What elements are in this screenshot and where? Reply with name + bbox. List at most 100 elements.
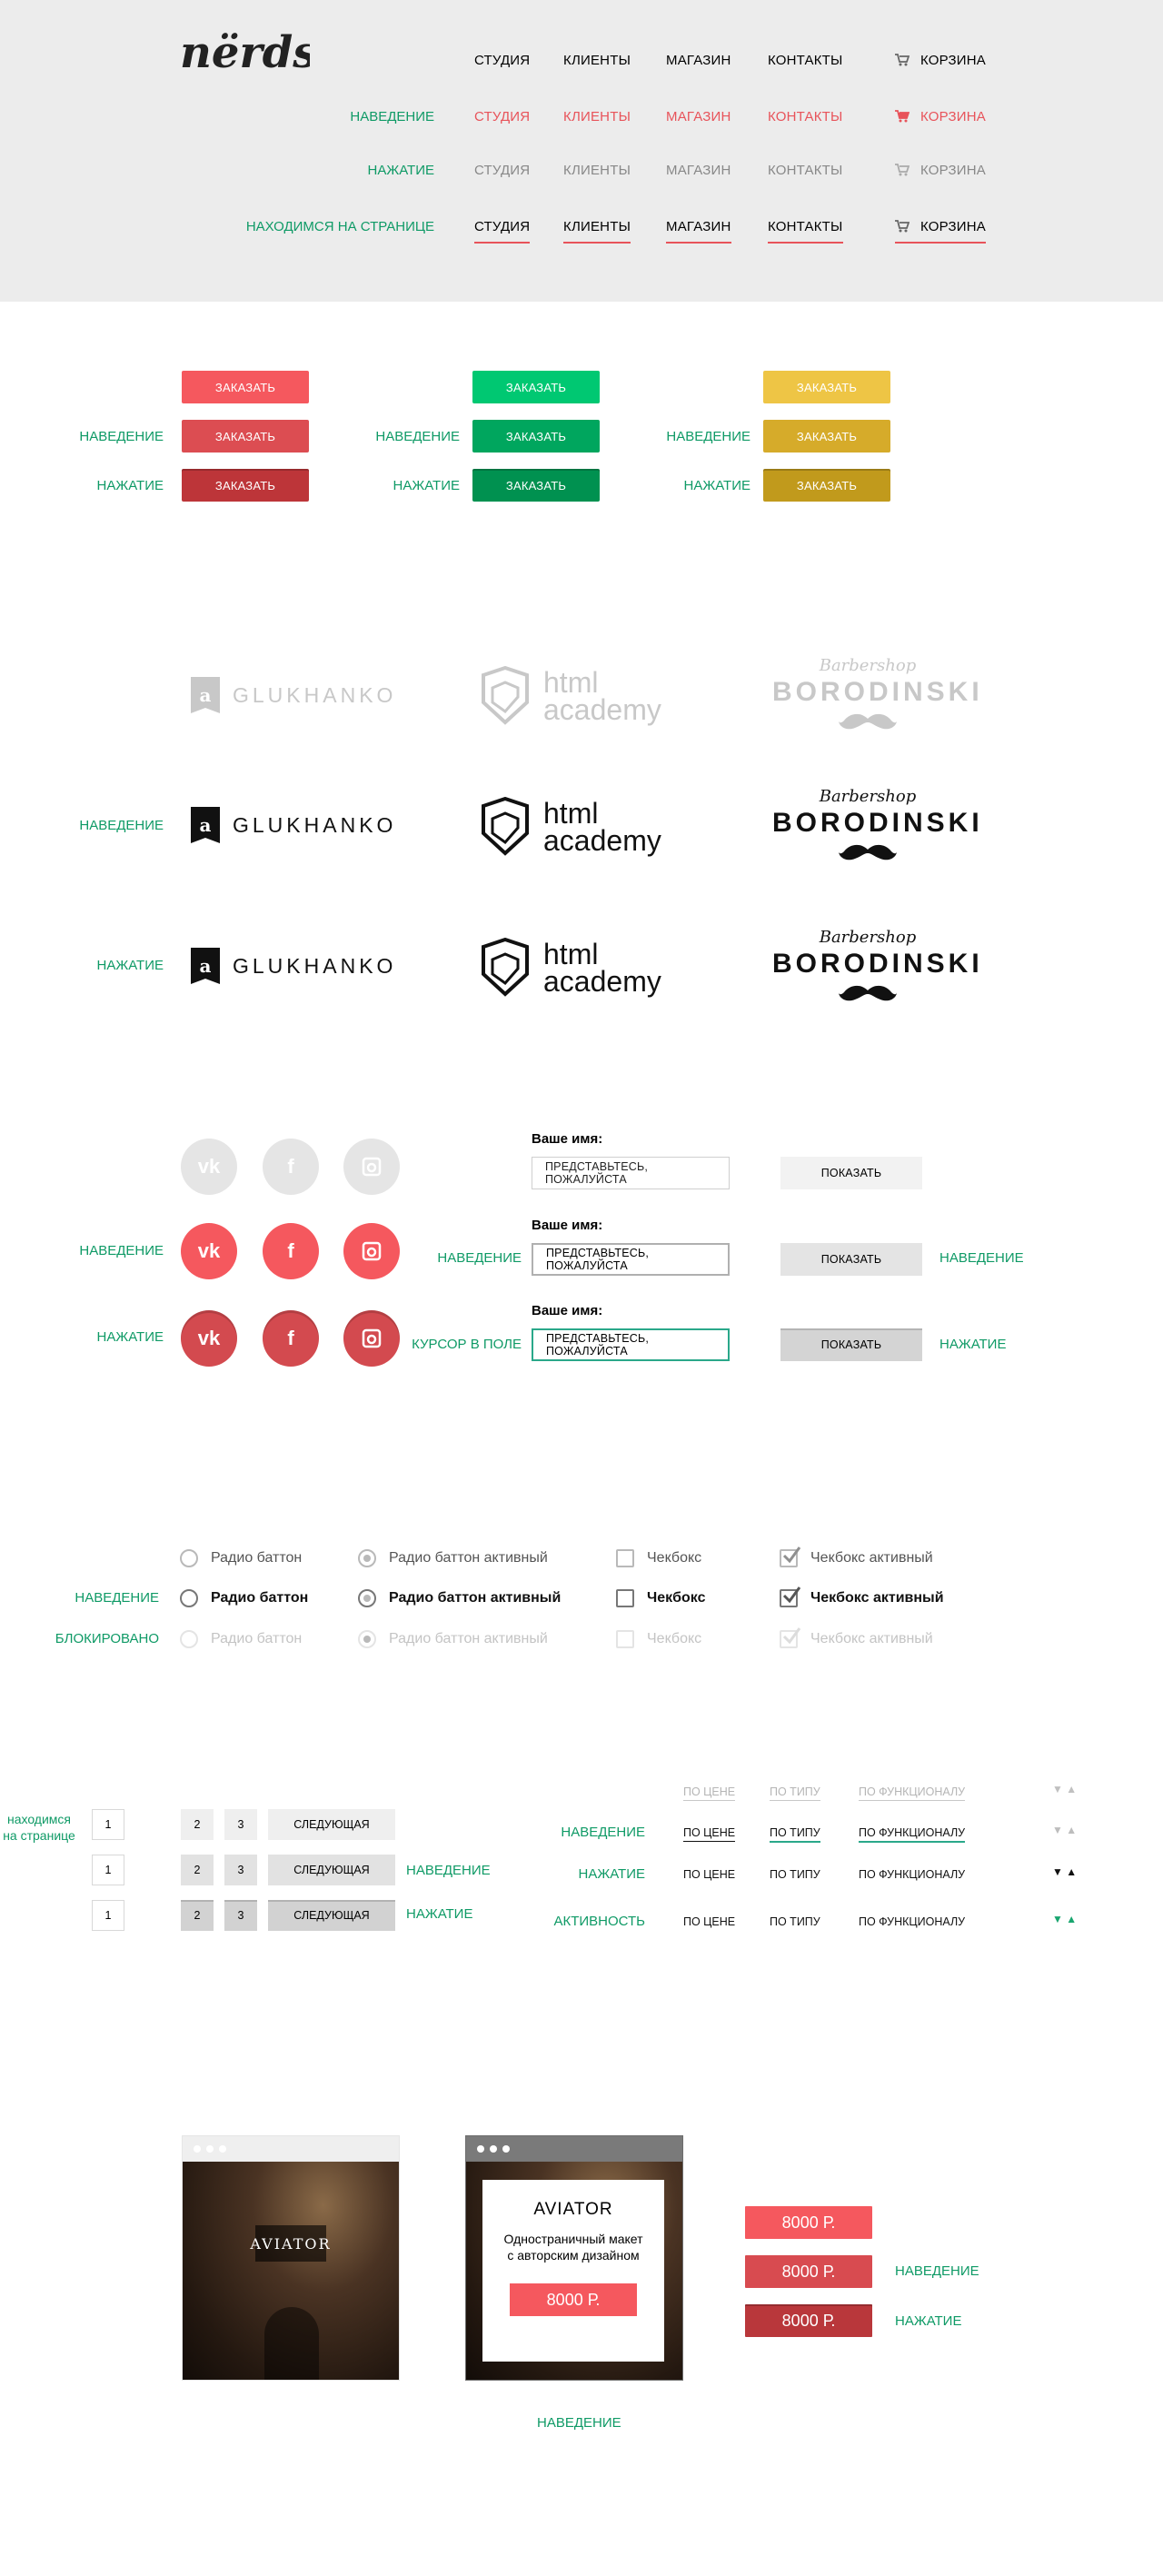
order-button-red-press[interactable]: ЗАКАЗАТЬ	[182, 469, 309, 502]
client-logo-glukhanko-press[interactable]: a GLUKHANKO	[191, 948, 396, 984]
order-button-red[interactable]: ЗАКАЗАТЬ	[182, 371, 309, 403]
sort-by-price-active[interactable]: ПО ЦЕНЕ	[683, 1915, 735, 1928]
nav-cart-current[interactable]: КОРЗИНА	[895, 219, 986, 244]
nav-item-studio-press[interactable]: СТУДИЯ	[474, 163, 530, 178]
nav-item-contacts-hover[interactable]: КОНТАКТЫ	[768, 109, 843, 124]
name-input[interactable]: ПРЕДСТАВЬТЕСЬ, ПОЖАЛУЙСТА	[532, 1157, 730, 1189]
price-button-press[interactable]: 8000 Р.	[745, 2304, 872, 2337]
card-price-button[interactable]: 8000 Р.	[510, 2283, 637, 2316]
checkbox-option-active[interactable]: Чекбокс активный	[780, 1547, 933, 1567]
sort-by-functionality-hover[interactable]: ПО ФУНКЦИОНАЛУ	[859, 1826, 966, 1843]
sort-by-functionality[interactable]: ПО ФУНКЦИОНАЛУ	[859, 1785, 966, 1801]
sort-by-price-hover[interactable]: ПО ЦЕНЕ	[683, 1826, 736, 1842]
sort-direction-arrows[interactable]: ▼ ▲	[1052, 1783, 1077, 1795]
price-button-hover[interactable]: 8000 Р.	[745, 2255, 872, 2288]
show-button[interactable]: ПОКАЗАТЬ	[780, 1157, 922, 1189]
page-2-button-hover[interactable]: 2	[181, 1855, 214, 1885]
radio-option-hover[interactable]: Радио баттон	[180, 1589, 308, 1607]
radio-option[interactable]: Радио баттон	[180, 1549, 302, 1567]
nav-item-contacts-press[interactable]: КОНТАКТЫ	[768, 163, 843, 178]
sort-by-price[interactable]: ПО ЦЕНЕ	[683, 1785, 736, 1801]
client-logo-glukhanko[interactable]: a GLUKHANKO	[191, 677, 396, 713]
name-input-focus[interactable]: ПРЕДСТАВЬТЕСЬ, ПОЖАЛУЙСТА	[532, 1328, 730, 1361]
social-vk-button-press[interactable]: vk	[181, 1310, 237, 1367]
social-instagram-button[interactable]	[343, 1139, 400, 1195]
social-vk-button-hover[interactable]: vk	[181, 1223, 237, 1279]
order-button-green[interactable]: ЗАКАЗАТЬ	[472, 371, 600, 403]
sort-desc-icon[interactable]: ▼	[1052, 1913, 1063, 1925]
show-button-press[interactable]: ПОКАЗАТЬ	[780, 1328, 922, 1361]
page-2-button[interactable]: 2	[181, 1809, 214, 1840]
client-logo-borodinski[interactable]: Barbershop BORODINSKI	[772, 656, 979, 736]
nav-cart-hover[interactable]: КОРЗИНА	[895, 109, 986, 124]
catalog-card-hover[interactable]: AVIATOR Одностраничный макет с авторским…	[465, 2135, 683, 2381]
nav-item-clients-hover[interactable]: КЛИЕНТЫ	[563, 109, 631, 124]
sort-direction-arrows-press[interactable]: ▼ ▲	[1052, 1865, 1077, 1878]
nav-item-shop-hover[interactable]: МАГАЗИН	[666, 109, 731, 124]
next-page-button-hover[interactable]: СЛЕДУЮЩАЯ	[268, 1855, 395, 1885]
nav-cart-press[interactable]: КОРЗИНА	[895, 163, 986, 178]
sort-direction-arrows-active[interactable]: ▼ ▲	[1052, 1913, 1077, 1925]
social-facebook-button-hover[interactable]: f	[263, 1223, 319, 1279]
order-button-green-hover[interactable]: ЗАКАЗАТЬ	[472, 420, 600, 453]
nav-item-shop[interactable]: МАГАЗИН	[666, 53, 731, 68]
show-button-hover[interactable]: ПОКАЗАТЬ	[780, 1243, 922, 1276]
nav-item-contacts[interactable]: КОНТАКТЫ	[768, 53, 843, 68]
sort-desc-icon[interactable]: ▼	[1052, 1783, 1063, 1795]
nav-item-studio[interactable]: СТУДИЯ	[474, 53, 530, 68]
nav-item-contacts-current[interactable]: КОНТАКТЫ	[768, 219, 843, 244]
sort-asc-icon[interactable]: ▲	[1066, 1913, 1077, 1925]
sort-by-type-hover[interactable]: ПО ТИПУ	[770, 1826, 820, 1843]
sort-asc-icon[interactable]: ▲	[1066, 1865, 1077, 1878]
page-1-current[interactable]: 1	[92, 1809, 124, 1840]
social-instagram-button-hover[interactable]	[343, 1223, 400, 1279]
nav-item-clients[interactable]: КЛИЕНТЫ	[563, 53, 631, 68]
checkbox-option-hover[interactable]: Чекбокс	[616, 1589, 706, 1607]
sort-by-type[interactable]: ПО ТИПУ	[770, 1785, 820, 1801]
nav-item-studio-current[interactable]: СТУДИЯ	[474, 219, 531, 244]
page-1-current[interactable]: 1	[92, 1900, 124, 1931]
nav-item-studio-hover[interactable]: СТУДИЯ	[474, 109, 530, 124]
sort-asc-icon[interactable]: ▲	[1066, 1824, 1077, 1836]
catalog-card[interactable]: AVIATOR	[182, 2135, 400, 2381]
sort-desc-icon[interactable]: ▼	[1052, 1865, 1063, 1878]
checkbox-option[interactable]: Чекбокс	[616, 1549, 701, 1567]
nav-item-shop-press[interactable]: МАГАЗИН	[666, 163, 731, 178]
sort-by-type-press[interactable]: ПО ТИПУ	[770, 1868, 820, 1881]
name-input-hover[interactable]: ПРЕДСТАВЬТЕСЬ, ПОЖАЛУЙСТА	[532, 1243, 730, 1276]
page-3-button[interactable]: 3	[224, 1809, 257, 1840]
next-page-button[interactable]: СЛЕДУЮЩАЯ	[268, 1809, 395, 1840]
sort-by-type-active[interactable]: ПО ТИПУ	[770, 1915, 820, 1928]
social-facebook-button[interactable]: f	[263, 1139, 319, 1195]
client-logo-htmlacademy[interactable]: html academy	[480, 666, 661, 726]
sort-desc-icon[interactable]: ▼	[1052, 1824, 1063, 1836]
order-button-yellow[interactable]: ЗАКАЗАТЬ	[763, 371, 890, 403]
nav-item-clients-press[interactable]: КЛИЕНТЫ	[563, 163, 631, 178]
sort-asc-icon[interactable]: ▲	[1066, 1783, 1077, 1795]
page-1-current[interactable]: 1	[92, 1855, 124, 1885]
client-logo-borodinski-hover[interactable]: Barbershop BORODINSKI	[772, 787, 979, 867]
page-3-button-hover[interactable]: 3	[224, 1855, 257, 1885]
order-button-yellow-press[interactable]: ЗАКАЗАТЬ	[763, 469, 890, 502]
client-logo-htmlacademy-press[interactable]: html academy	[480, 938, 661, 998]
radio-option-active-hover[interactable]: Радио баттон активный	[358, 1589, 561, 1607]
order-button-yellow-hover[interactable]: ЗАКАЗАТЬ	[763, 420, 890, 453]
price-button[interactable]: 8000 Р.	[745, 2206, 872, 2239]
client-logo-glukhanko-hover[interactable]: a GLUKHANKO	[191, 807, 396, 843]
nav-item-shop-current[interactable]: МАГАЗИН	[666, 219, 731, 244]
page-2-button-press[interactable]: 2	[181, 1900, 214, 1931]
social-vk-button[interactable]: vk	[181, 1139, 237, 1195]
next-page-button-press[interactable]: СЛЕДУЮЩАЯ	[268, 1900, 395, 1931]
social-instagram-button-press[interactable]	[343, 1310, 400, 1367]
social-facebook-button-press[interactable]: f	[263, 1310, 319, 1367]
radio-option-active[interactable]: Радио баттон активный	[358, 1549, 548, 1567]
nav-cart[interactable]: КОРЗИНА	[895, 53, 986, 68]
order-button-red-hover[interactable]: ЗАКАЗАТЬ	[182, 420, 309, 453]
checkbox-option-active-hover[interactable]: Чекбокс активный	[780, 1586, 944, 1607]
site-logo[interactable]: nërds	[178, 20, 317, 80]
sort-by-functionality-press[interactable]: ПО ФУНКЦИОНАЛУ	[859, 1868, 965, 1881]
sort-by-functionality-active[interactable]: ПО ФУНКЦИОНАЛУ	[859, 1915, 965, 1928]
order-button-green-press[interactable]: ЗАКАЗАТЬ	[472, 469, 600, 502]
sort-direction-arrows-hover[interactable]: ▼ ▲	[1052, 1824, 1077, 1836]
nav-item-clients-current[interactable]: КЛИЕНТЫ	[563, 219, 631, 244]
